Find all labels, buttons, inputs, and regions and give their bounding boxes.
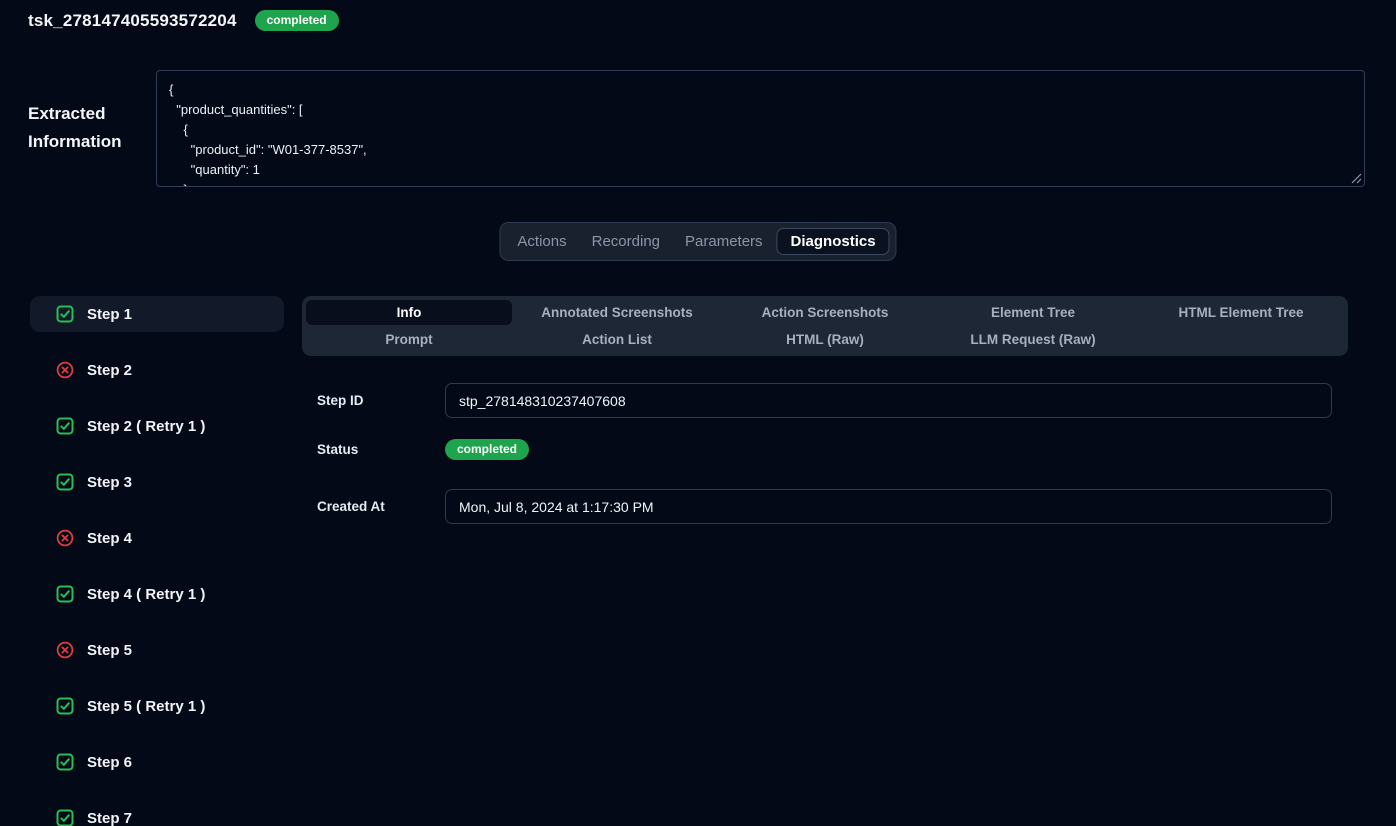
- subtab-html-raw[interactable]: HTML (Raw): [722, 327, 928, 352]
- task-id: tsk_278147405593572204: [28, 11, 237, 31]
- step-label: Step 7: [87, 810, 132, 826]
- step-label: Step 3: [87, 474, 132, 491]
- step-error-icon: [56, 529, 74, 547]
- subtab-prompt[interactable]: Prompt: [306, 327, 512, 352]
- extracted-information-label: Extracted Information: [28, 100, 140, 156]
- step-item-step-4[interactable]: Step 4: [30, 520, 284, 556]
- step-label: Step 5 ( Retry 1 ): [87, 698, 205, 715]
- step-label: Step 2: [87, 362, 132, 379]
- step-item-step-3[interactable]: Step 3: [30, 464, 284, 500]
- step-item-step-2-retry-1[interactable]: Step 2 ( Retry 1 ): [30, 408, 284, 444]
- tab-recording[interactable]: Recording: [581, 228, 671, 255]
- step-id-label: Step ID: [317, 393, 445, 408]
- step-label: Step 4: [87, 530, 132, 547]
- step-item-step-6[interactable]: Step 6: [30, 744, 284, 780]
- status-label: Status: [317, 442, 445, 457]
- subtab-llm-request-raw[interactable]: LLM Request (Raw): [930, 327, 1136, 352]
- step-error-icon: [56, 361, 74, 379]
- step-success-icon: [56, 809, 74, 826]
- step-item-step-7[interactable]: Step 7: [30, 800, 284, 826]
- step-label: Step 4 ( Retry 1 ): [87, 586, 205, 603]
- step-item-step-5[interactable]: Step 5: [30, 632, 284, 668]
- created-at-label: Created At: [317, 499, 445, 514]
- main-tab-bar: ActionsRecordingParametersDiagnostics: [499, 222, 896, 261]
- step-item-step-1[interactable]: Step 1: [30, 296, 284, 332]
- subtab-bar: InfoAnnotated ScreenshotsAction Screensh…: [302, 296, 1348, 356]
- subtab-html-element-tree[interactable]: HTML Element Tree: [1138, 300, 1344, 325]
- field-status: Status completed: [317, 437, 529, 461]
- tab-diagnostics[interactable]: Diagnostics: [777, 228, 890, 255]
- step-item-step-5-retry-1[interactable]: Step 5 ( Retry 1 ): [30, 688, 284, 724]
- subtab-annotated-screenshots[interactable]: Annotated Screenshots: [514, 300, 720, 325]
- resize-grip-icon[interactable]: [1351, 173, 1362, 184]
- step-label: Step 5: [87, 642, 132, 659]
- step-success-icon: [56, 305, 74, 323]
- steps-list: Step 1 Step 2 Step: [30, 296, 284, 826]
- extracted-info-textarea[interactable]: { "product_quantities": [ { "product_id"…: [156, 70, 1365, 187]
- step-success-icon: [56, 473, 74, 491]
- step-status-badge: completed: [445, 439, 529, 460]
- tab-parameters[interactable]: Parameters: [674, 228, 774, 255]
- step-success-icon: [56, 753, 74, 771]
- step-label: Step 6: [87, 754, 132, 771]
- step-label: Step 2 ( Retry 1 ): [87, 418, 205, 435]
- tab-actions[interactable]: Actions: [506, 228, 577, 255]
- step-id-input[interactable]: [445, 383, 1332, 418]
- step-error-icon: [56, 641, 74, 659]
- created-at-input[interactable]: [445, 489, 1332, 524]
- subtab-info[interactable]: Info: [306, 300, 512, 325]
- field-step-id: Step ID: [317, 383, 1332, 418]
- step-item-step-4-retry-1[interactable]: Step 4 ( Retry 1 ): [30, 576, 284, 612]
- subtab-action-screenshots[interactable]: Action Screenshots: [722, 300, 928, 325]
- step-success-icon: [56, 585, 74, 603]
- step-label: Step 1: [87, 306, 132, 323]
- subtab-action-list[interactable]: Action List: [514, 327, 720, 352]
- header: tsk_278147405593572204 completed: [28, 10, 339, 31]
- extracted-information-field: { "product_quantities": [ { "product_id"…: [156, 70, 1365, 187]
- step-item-step-2[interactable]: Step 2: [30, 352, 284, 388]
- subtab-element-tree[interactable]: Element Tree: [930, 300, 1136, 325]
- task-status-badge: completed: [255, 10, 339, 31]
- step-success-icon: [56, 417, 74, 435]
- field-created-at: Created At: [317, 489, 1332, 524]
- diagnostics-panel: InfoAnnotated ScreenshotsAction Screensh…: [302, 296, 1348, 826]
- step-success-icon: [56, 697, 74, 715]
